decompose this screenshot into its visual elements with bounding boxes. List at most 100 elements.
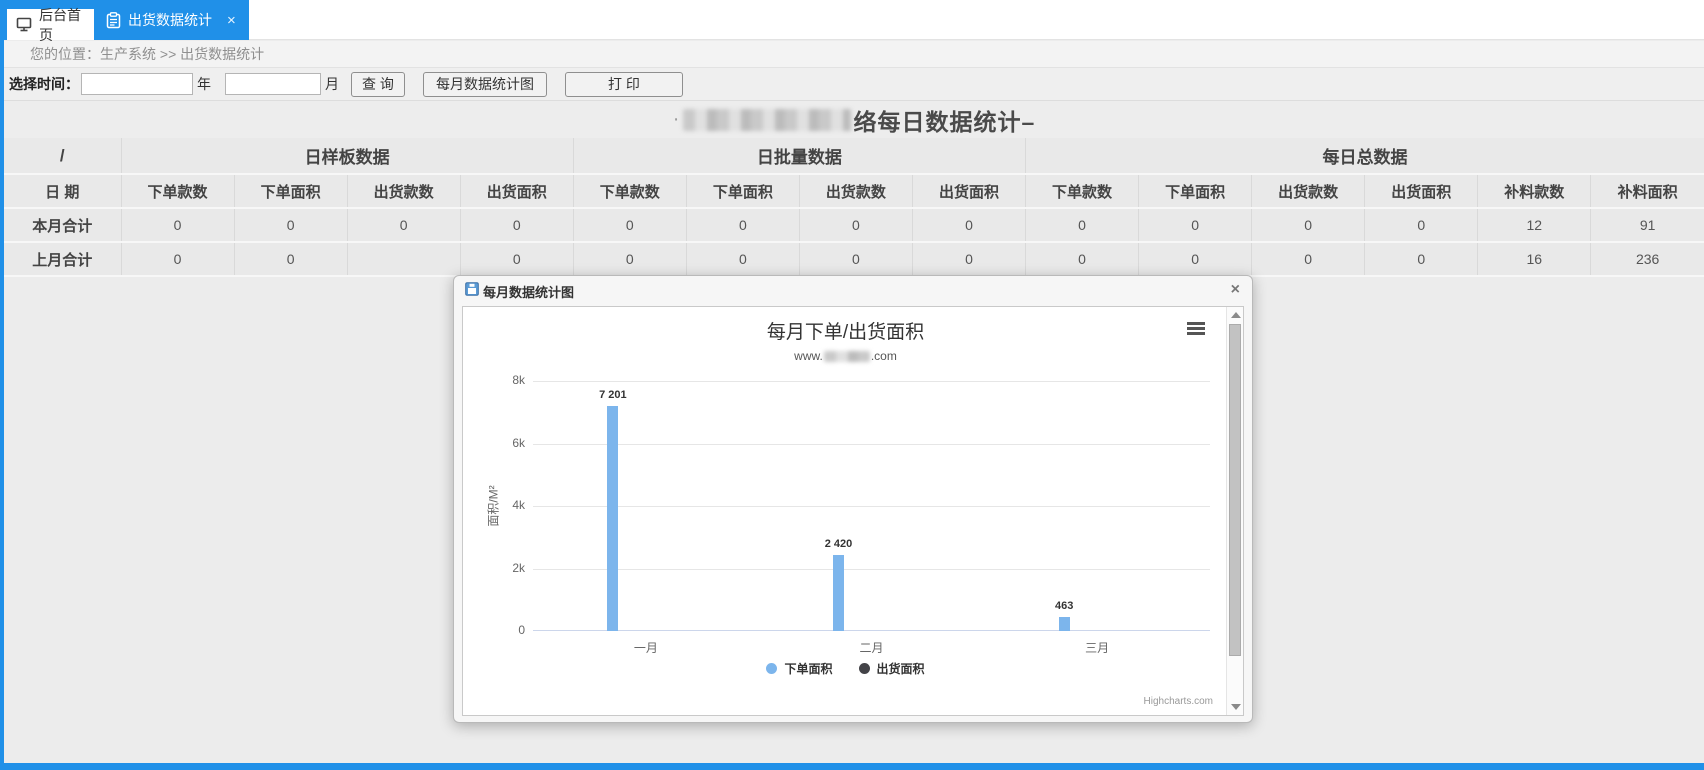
cell: 0 xyxy=(1025,242,1140,277)
app-window: 后台首页 出货数据统计 × 您的位置：生产系统 >> 出货数据统计 选择时间： … xyxy=(0,0,1704,770)
group-header-total: 每日总数据 xyxy=(1025,138,1704,175)
cell: 91 xyxy=(1590,208,1704,243)
year-input[interactable] xyxy=(81,73,193,95)
daily-data-table: / 日样板数据 日批量数据 每日总数据 日 期 下单款数 下单面积 出货款数 出… xyxy=(4,138,1704,277)
cell: 0 xyxy=(1364,242,1479,277)
category-label: 三月 xyxy=(1085,641,1110,655)
cell: 12 xyxy=(1477,208,1592,243)
row-label: 上月合计 xyxy=(4,242,122,277)
category-label: 一月 xyxy=(633,641,658,655)
cell: 0 xyxy=(1025,208,1140,243)
col-header: 补料面积 xyxy=(1590,174,1704,209)
group-header-batch: 日批量数据 xyxy=(573,138,1027,175)
cell: 0 xyxy=(460,242,574,277)
cell: 0 xyxy=(1138,208,1253,243)
dialog-icon xyxy=(465,281,479,301)
chart-context-menu-icon[interactable] xyxy=(1187,322,1205,335)
tab-bar: 后台首页 出货数据统计 × xyxy=(0,0,1704,43)
monthly-chart-button[interactable]: 每月数据统计图 xyxy=(423,71,547,97)
tab-shipping-stats[interactable]: 出货数据统计 × xyxy=(94,0,249,40)
legend-item[interactable]: 出货面积 xyxy=(858,660,925,677)
redacted-company-name xyxy=(683,108,852,131)
gridline xyxy=(533,443,1210,445)
dialog-title: 每月数据统计图 xyxy=(483,284,575,300)
table-group-header-row: / 日样板数据 日批量数据 每日总数据 xyxy=(4,138,1704,175)
cell: 0 xyxy=(799,208,913,243)
subtitle-prefix: www. xyxy=(794,349,823,363)
col-header: 出货面积 xyxy=(460,174,574,209)
col-header: 出货面积 xyxy=(912,174,1027,209)
col-header: 下单面积 xyxy=(686,174,800,209)
table-column-header-row: 日 期 下单款数 下单面积 出货款数 出货面积 下单款数 下单面积 出货款数 出… xyxy=(4,174,1704,209)
cell: 0 xyxy=(1251,208,1366,243)
cell: 0 xyxy=(234,242,348,277)
year-suffix-label: 年 xyxy=(197,76,211,92)
cell: 0 xyxy=(121,208,235,243)
legend-dot xyxy=(858,663,870,674)
col-header: 下单面积 xyxy=(234,174,348,209)
legend-dot xyxy=(766,663,778,674)
tab-close-icon[interactable]: × xyxy=(227,13,236,28)
chart-subtitle: www. .com xyxy=(463,349,1228,363)
group-header: / xyxy=(4,138,122,175)
bottom-accent-border xyxy=(0,763,1704,770)
col-header: 下单款数 xyxy=(121,174,235,209)
scroll-up-icon[interactable] xyxy=(1231,312,1241,318)
cell: 0 xyxy=(686,242,800,277)
category-label: 二月 xyxy=(859,641,884,655)
breadcrumb: 您的位置：生产系统 >> 出货数据统计 xyxy=(4,41,1704,68)
tab-backend-home[interactable]: 后台首页 xyxy=(7,7,94,43)
cell: 0 xyxy=(686,208,800,243)
legend-item[interactable]: 下单面积 xyxy=(766,660,833,677)
chart-title: 每月下单/出货面积 xyxy=(766,322,925,343)
cell: 0 xyxy=(121,242,235,277)
tab-label: 后台首页 xyxy=(39,6,81,43)
y-axis-tick-labels: 0 2k 4k 6k 8k xyxy=(463,373,525,637)
scroll-down-icon[interactable] xyxy=(1231,704,1241,710)
table-row-previous-month: 上月合计 0 0 0 0 0 0 0 0 0 0 0 16 236 xyxy=(4,242,1704,277)
bar-value-label: 2 420 xyxy=(824,538,853,550)
cell: 0 xyxy=(1251,242,1366,277)
dialog-header[interactable]: 每月数据统计图 × xyxy=(454,276,1252,306)
col-header: 下单面积 xyxy=(1138,174,1253,209)
time-select-label: 选择时间： xyxy=(9,76,79,92)
group-header-sample: 日样板数据 xyxy=(121,138,574,175)
col-header: 补料款数 xyxy=(1477,174,1592,209)
col-header: 出货款数 xyxy=(1251,174,1366,209)
y-tick-label: 8k xyxy=(512,373,525,387)
print-button[interactable]: 打 印 xyxy=(565,71,683,97)
table-row-current-month: 本月合计 0 0 0 0 0 0 0 0 0 0 0 0 12 91 xyxy=(4,208,1704,243)
month-input[interactable] xyxy=(225,73,321,95)
bar-value-label: 7 201 xyxy=(599,389,627,401)
query-button[interactable]: 查 询 xyxy=(351,71,405,97)
col-header: 出货面积 xyxy=(1364,174,1479,209)
subtitle-suffix: .com xyxy=(870,349,897,363)
y-tick-label: 6k xyxy=(512,435,525,450)
month-suffix-label: 月 xyxy=(325,76,339,92)
monthly-chart-dialog: 每月数据统计图 × 每月下单/出货面积 www. .com 面积/M² 0 2k 4k… xyxy=(453,275,1253,723)
chart-bar[interactable] xyxy=(1058,617,1070,631)
cell: 0 xyxy=(573,242,687,277)
chart-bar[interactable] xyxy=(833,555,844,631)
col-header: 出货款数 xyxy=(347,174,461,209)
dialog-close-icon[interactable]: × xyxy=(1231,282,1240,298)
y-tick-label: 4k xyxy=(512,498,525,512)
cell: 0 xyxy=(1364,208,1479,243)
col-header: 日 期 xyxy=(4,174,122,209)
gridline xyxy=(533,506,1210,507)
gridline xyxy=(533,381,1210,382)
dialog-scrollbar[interactable] xyxy=(1226,307,1243,715)
cell: 0 xyxy=(573,208,687,243)
redacted-domain xyxy=(823,351,870,363)
chart-legend: 下单面积 出货面积 xyxy=(463,660,1228,677)
filter-bar: 选择时间： 年 月 查 询 每月数据统计图 打 印 xyxy=(4,68,1704,101)
chart-bar[interactable] xyxy=(607,406,619,631)
chart-credits: Highcharts.com xyxy=(1143,696,1213,707)
col-header: 出货款数 xyxy=(799,174,913,209)
bar-value-label: 463 xyxy=(1054,600,1074,612)
scrollbar-thumb[interactable] xyxy=(1229,324,1241,656)
cell: 0 xyxy=(912,208,1027,243)
col-header: 下单款数 xyxy=(1025,174,1140,209)
cell: 0 xyxy=(912,242,1027,277)
chart-container: 每月下单/出货面积 www. .com 面积/M² 0 2k 4k 6k 8k 7 201… xyxy=(462,306,1244,716)
